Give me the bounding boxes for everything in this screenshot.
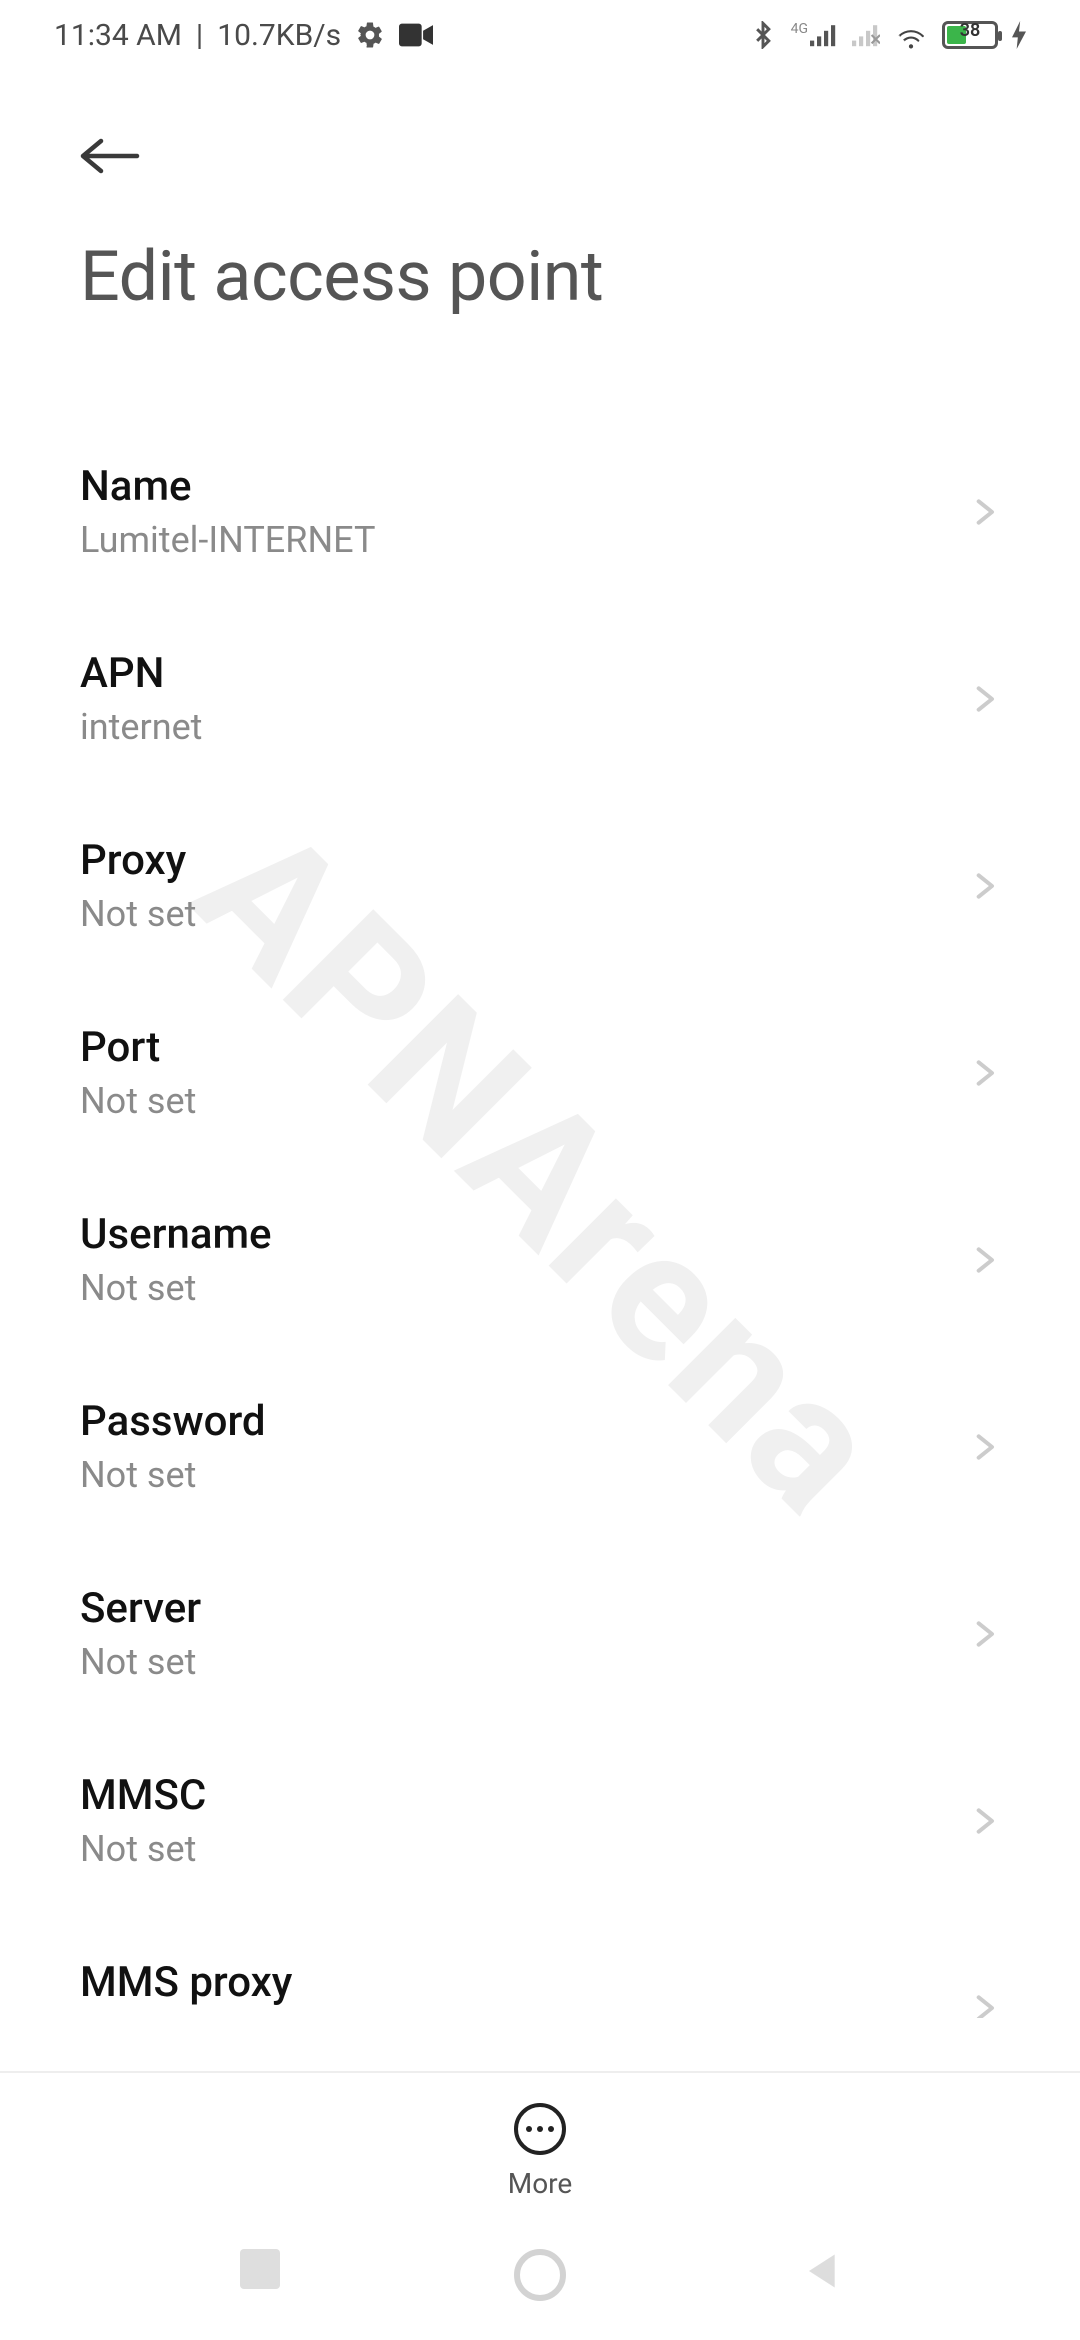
bottom-action-bar: More: [0, 2071, 1080, 2200]
gear-icon: [355, 20, 385, 50]
charging-icon: [1012, 21, 1026, 49]
chevron-right-icon: [968, 1244, 1000, 1276]
wifi-icon: [894, 18, 928, 52]
setting-label: Proxy: [80, 836, 196, 885]
network-type-label: 4G: [791, 21, 808, 37]
nav-back-button[interactable]: [794, 2249, 846, 2301]
setting-label: MMS proxy: [80, 1958, 292, 2007]
setting-value: internet: [80, 706, 202, 748]
row-text-group: MMSC Not set: [80, 1771, 206, 1870]
setting-row-mmsc[interactable]: MMSC Not set: [80, 1727, 1000, 1914]
row-text-group: Server Not set: [80, 1584, 201, 1683]
chevron-right-icon: [968, 870, 1000, 902]
row-text-group: Proxy Not set: [80, 836, 196, 935]
setting-label: APN: [80, 649, 202, 698]
setting-row-name[interactable]: Name Lumitel-INTERNET: [80, 418, 1000, 605]
android-nav-bar: [0, 2210, 1080, 2340]
video-icon: [399, 23, 433, 47]
setting-row-server[interactable]: Server Not set: [80, 1540, 1000, 1727]
chevron-right-icon: [968, 683, 1000, 715]
page-title: Edit access point: [80, 236, 1000, 318]
setting-value: Not set: [80, 1454, 266, 1496]
setting-value: Not set: [80, 1641, 201, 1683]
row-text-group: Port Not set: [80, 1023, 196, 1122]
chevron-right-icon: [968, 1057, 1000, 1089]
setting-value: Lumitel-INTERNET: [80, 519, 375, 561]
setting-value: Not set: [80, 893, 196, 935]
chevron-right-icon: [968, 496, 1000, 528]
more-dots-icon: [514, 2103, 566, 2155]
chevron-right-icon: [968, 1992, 1000, 2019]
setting-label: Username: [80, 1210, 272, 1259]
setting-row-proxy[interactable]: Proxy Not set: [80, 792, 1000, 979]
setting-row-mms-proxy[interactable]: MMS proxy Not set: [80, 1914, 1000, 2018]
circle-icon: [514, 2249, 566, 2301]
battery-percent: 38: [945, 20, 995, 41]
setting-row-apn[interactable]: APN internet: [80, 605, 1000, 792]
status-time: 11:34 AM: [54, 18, 182, 53]
setting-row-username[interactable]: Username Not set: [80, 1166, 1000, 1353]
setting-label: Server: [80, 1584, 201, 1633]
settings-list[interactable]: Name Lumitel-INTERNET APN internet Proxy Not …: [0, 418, 1080, 2018]
setting-label: Password: [80, 1397, 266, 1446]
bluetooth-icon: [749, 21, 777, 49]
chevron-right-icon: [968, 1618, 1000, 1650]
status-right-group: 4G 38: [749, 18, 1026, 52]
arrow-left-icon: [80, 137, 140, 175]
row-text-group: MMS proxy Not set: [80, 1958, 292, 2018]
signal-bars-icon: [810, 23, 838, 47]
header: Edit access point: [0, 70, 1080, 318]
more-button[interactable]: More: [508, 2103, 573, 2200]
setting-label: MMSC: [80, 1771, 206, 1820]
setting-value: Not set: [80, 2015, 292, 2018]
setting-label: Name: [80, 462, 375, 511]
setting-label: Port: [80, 1023, 196, 1072]
status-bar: 11:34 AM | 10.7KB/s 4G: [0, 0, 1080, 70]
triangle-left-icon: [798, 2249, 842, 2293]
setting-row-port[interactable]: Port Not set: [80, 979, 1000, 1166]
signal-no-sim-icon: [852, 23, 880, 47]
setting-row-password[interactable]: Password Not set: [80, 1353, 1000, 1540]
status-net-speed: 10.7KB/s: [217, 18, 341, 53]
row-text-group: APN internet: [80, 649, 202, 748]
status-left-group: 11:34 AM | 10.7KB/s: [54, 18, 433, 53]
setting-value: Not set: [80, 1828, 206, 1870]
square-icon: [240, 2249, 280, 2289]
setting-value: Not set: [80, 1267, 272, 1309]
row-text-group: Username Not set: [80, 1210, 272, 1309]
status-separator: |: [196, 18, 203, 53]
chevron-right-icon: [968, 1805, 1000, 1837]
more-label: More: [508, 2167, 573, 2200]
row-text-group: Name Lumitel-INTERNET: [80, 462, 375, 561]
chevron-right-icon: [968, 1431, 1000, 1463]
setting-value: Not set: [80, 1080, 196, 1122]
nav-recents-button[interactable]: [234, 2249, 286, 2301]
back-button[interactable]: [80, 126, 140, 186]
row-text-group: Password Not set: [80, 1397, 266, 1496]
signal-1-group: 4G: [791, 23, 838, 47]
nav-home-button[interactable]: [514, 2249, 566, 2301]
battery-icon: 38: [942, 21, 998, 49]
